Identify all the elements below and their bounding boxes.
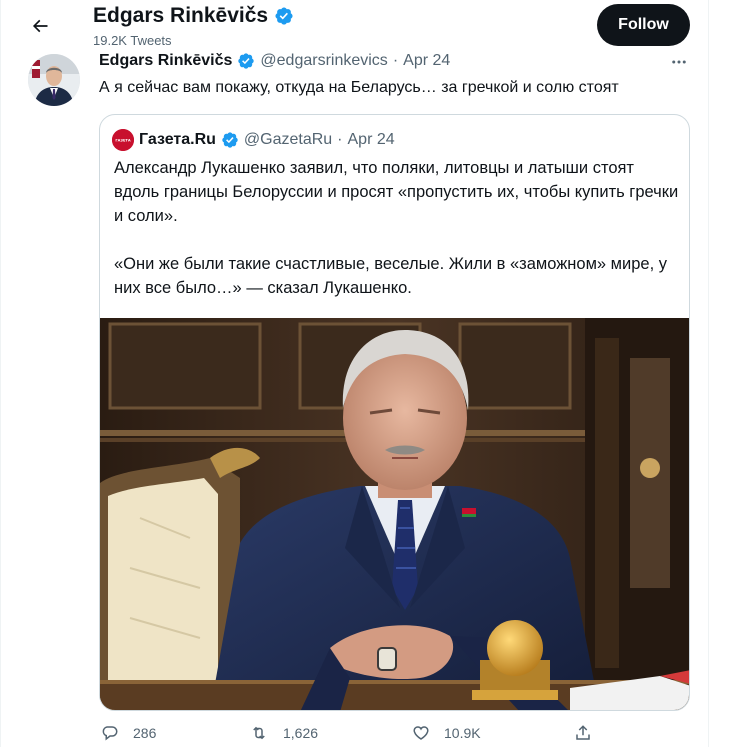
quoted-author-name: Газета.Ru bbox=[139, 131, 216, 148]
quoted-text: Александр Лукашенко заявил, что поляки, … bbox=[114, 156, 679, 300]
share-button[interactable] bbox=[574, 724, 592, 742]
retweet-count: 1,626 bbox=[283, 725, 319, 741]
column-border-right bbox=[708, 0, 709, 747]
retweet-button[interactable]: 1,626 bbox=[249, 724, 318, 742]
tweet-actions: 286 1,626 10.9K bbox=[99, 724, 690, 747]
tweet-date[interactable]: Apr 24 bbox=[403, 52, 450, 70]
quoted-paragraph-2: «Они же были такие счастливые, веселые. … bbox=[114, 255, 668, 297]
tweet-author-name[interactable]: Edgars Rinkēvičs bbox=[99, 52, 232, 70]
more-horizontal-icon bbox=[672, 60, 686, 64]
quoted-paragraph-1: Александр Лукашенко заявил, что поляки, … bbox=[114, 159, 679, 225]
verified-badge-icon bbox=[237, 52, 255, 70]
reply-button[interactable]: 286 bbox=[101, 724, 156, 742]
avatar[interactable] bbox=[28, 54, 80, 106]
follow-button[interactable]: Follow bbox=[597, 4, 690, 46]
verified-badge-icon bbox=[274, 6, 294, 26]
profile-header: Edgars Rinkēvičs 19.2K Tweets Follow bbox=[0, 0, 708, 52]
quoted-tweet[interactable]: ГАЗЕТА Газета.Ru @GazetaRu · Apr 24 Алек… bbox=[99, 114, 690, 711]
header-title: Edgars Rinkēvičs bbox=[93, 4, 294, 28]
heart-icon bbox=[413, 726, 429, 740]
separator-dot: · bbox=[392, 52, 399, 69]
tweet-text: А я сейчас вам покажу, откуда на Беларус… bbox=[99, 79, 619, 96]
quoted-author-handle: @GazetaRu bbox=[243, 131, 333, 148]
tweet-count: 19.2K Tweets bbox=[93, 33, 172, 48]
share-icon bbox=[576, 725, 590, 740]
verified-badge-icon bbox=[221, 131, 239, 149]
tweet-author-handle[interactable]: @edgarsrinkevics bbox=[260, 52, 387, 70]
svg-text:ГАЗЕТА: ГАЗЕТА bbox=[115, 139, 131, 143]
arrow-left-icon bbox=[32, 19, 48, 33]
back-button[interactable] bbox=[22, 8, 58, 44]
column-border-left bbox=[0, 0, 1, 747]
header-display-name: Edgars Rinkēvičs bbox=[93, 4, 269, 27]
like-button[interactable]: 10.9K bbox=[412, 724, 481, 742]
quoted-author-row: ГАЗЕТА Газета.Ru @GazetaRu · Apr 24 bbox=[112, 129, 395, 151]
reply-icon bbox=[102, 726, 118, 741]
more-options-button[interactable] bbox=[668, 52, 690, 72]
quoted-date: Apr 24 bbox=[347, 131, 395, 148]
reply-count: 286 bbox=[133, 725, 157, 741]
separator-dot: · bbox=[337, 131, 343, 148]
gazeta-logo: ГАЗЕТА bbox=[112, 129, 134, 151]
like-count: 10.9K bbox=[444, 725, 481, 741]
retweet-icon bbox=[253, 726, 265, 740]
tweet-author-row: Edgars Rinkēvičs @edgarsrinkevics · Apr … bbox=[99, 52, 450, 70]
quoted-photo[interactable] bbox=[100, 318, 689, 710]
